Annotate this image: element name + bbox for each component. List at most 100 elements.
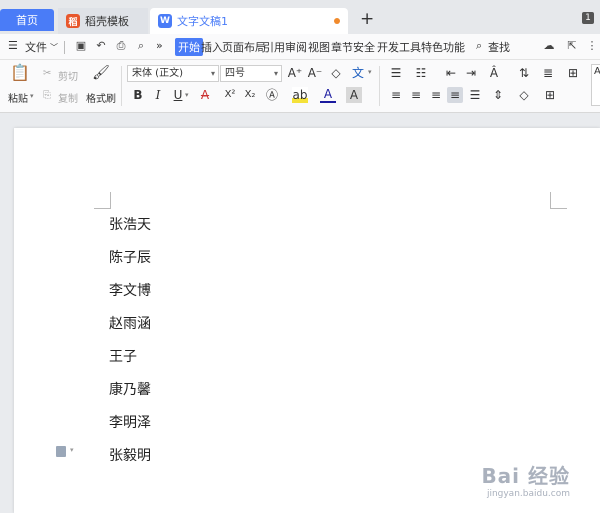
highlight-icon[interactable]: ab: [292, 87, 308, 103]
text-direction-icon[interactable]: Â: [486, 65, 502, 81]
align-left-icon[interactable]: ≡: [388, 87, 404, 103]
search-icon[interactable]: ⌕: [476, 39, 482, 53]
print-preview-icon[interactable]: ⌕: [135, 40, 147, 52]
menu-start[interactable]: 开始: [175, 38, 203, 56]
more-commands-button[interactable]: »: [156, 39, 163, 52]
pinyin-dropdown-caret-icon[interactable]: ▾: [368, 68, 372, 76]
shrink-font-button[interactable]: A⁻: [307, 65, 323, 81]
document-canvas: 张浩天 陈子辰 李文博 赵雨涵 王子 康乃馨 李明泽 张毅明 ▾ Bai 经验 …: [0, 113, 600, 513]
more-menu-icon[interactable]: ⋮: [586, 40, 598, 52]
character-shading-button[interactable]: A: [346, 87, 362, 103]
undo-icon[interactable]: ↶: [95, 40, 107, 52]
menu-features[interactable]: 特色功能: [421, 39, 465, 55]
document-page[interactable]: 张浩天 陈子辰 李文博 赵雨涵 王子 康乃馨 李明泽 张毅明 ▾ Bai 经验 …: [14, 128, 600, 513]
menu-references[interactable]: 引用: [263, 39, 285, 55]
new-tab-button[interactable]: +: [360, 9, 374, 29]
tab-template[interactable]: 稻 稻壳模板: [58, 8, 148, 34]
document-line[interactable]: 张毅明: [109, 445, 151, 465]
copy-icon: ⎘: [43, 90, 51, 101]
superscript-button[interactable]: X²: [222, 87, 238, 103]
bold-button[interactable]: B: [130, 87, 146, 103]
window-count-badge[interactable]: 1: [582, 12, 594, 24]
format-painter-icon[interactable]: 🖌: [92, 65, 110, 85]
align-center-icon[interactable]: ≡: [408, 87, 424, 103]
paragraph-handle-caret-icon[interactable]: ▾: [70, 446, 74, 454]
document-line[interactable]: 李明泽: [109, 412, 151, 432]
text-effect-icon[interactable]: Ⓐ: [264, 87, 280, 103]
ribbon-toolbar: 📋 粘贴 ▾ ✂ 剪切 ⎘ 复制 🖌 格式刷 宋体 (正文) ▾ 四号 ▾ A⁺…: [0, 60, 600, 113]
copy-button: 复制: [58, 94, 78, 105]
tab-home[interactable]: 首页: [0, 9, 54, 31]
table-grid-icon[interactable]: ⊞: [565, 65, 581, 81]
document-line[interactable]: 赵雨涵: [109, 313, 151, 333]
margin-corner-top-left: [94, 192, 111, 209]
numbered-list-icon[interactable]: ☷: [413, 65, 429, 81]
menu-security[interactable]: 安全: [353, 39, 375, 55]
chevron-down-icon: ▾: [273, 69, 278, 78]
watermark: Bai 经验 jingyan.baidu.com: [481, 460, 570, 499]
format-painter-button[interactable]: 格式刷: [86, 90, 116, 105]
align-right-icon[interactable]: ≡: [428, 87, 444, 103]
font-name-value: 宋体 (正文): [132, 68, 183, 79]
document-line[interactable]: 陈子辰: [109, 247, 151, 267]
hamburger-icon[interactable]: ☰: [8, 39, 18, 52]
font-color-button[interactable]: A: [320, 87, 336, 103]
distributed-align-icon[interactable]: ☰: [467, 87, 483, 103]
paste-button[interactable]: 粘贴: [8, 90, 28, 105]
document-line[interactable]: 李文博: [109, 280, 151, 300]
pinyin-guide-button[interactable]: 文: [350, 65, 366, 81]
grow-font-button[interactable]: A⁺: [287, 65, 303, 81]
paragraph-spacing-icon[interactable]: ⇕: [490, 87, 506, 103]
italic-button[interactable]: I: [150, 87, 166, 103]
chevron-down-icon: ▾: [210, 69, 215, 78]
document-line[interactable]: 王子: [109, 346, 137, 366]
style-gallery[interactable]: A: [591, 64, 600, 106]
search-button[interactable]: 查找: [488, 39, 510, 55]
paste-icon[interactable]: 📋: [10, 65, 30, 85]
align-justify-icon[interactable]: ≡: [447, 87, 463, 103]
underline-dropdown-caret-icon[interactable]: ▾: [185, 91, 189, 99]
tab-template-label: 稻壳模板: [85, 15, 129, 28]
menu-separator: [64, 41, 65, 54]
cut-icon: ✂: [43, 68, 52, 79]
font-name-select[interactable]: 宋体 (正文) ▾: [127, 65, 219, 82]
increase-indent-icon[interactable]: ⇥: [463, 65, 479, 81]
menu-bar: ☰ 文件 ﹀ ▣ ↶ ⎙ ⌕ » 开始 插入 页面布局 引用 审阅 视图 章节 …: [0, 34, 600, 60]
tab-bar: 首页 稻 稻壳模板 W 文字文稿1 + 1: [0, 0, 600, 34]
subscript-button[interactable]: X₂: [242, 87, 258, 103]
menu-file[interactable]: 文件: [25, 39, 47, 55]
tab-document[interactable]: W 文字文稿1: [150, 8, 348, 34]
daoke-logo-icon: 稻: [66, 14, 80, 28]
document-line[interactable]: 张浩天: [109, 214, 151, 234]
print-icon[interactable]: ⎙: [115, 40, 127, 52]
tab-home-label: 首页: [16, 14, 38, 27]
bullet-list-icon[interactable]: ☰: [388, 65, 404, 81]
unsaved-dot-icon: [334, 18, 340, 24]
menu-developer[interactable]: 开发工具: [377, 39, 421, 55]
font-size-select[interactable]: 四号 ▾: [220, 65, 282, 82]
writer-doc-icon: W: [158, 14, 172, 28]
menu-section[interactable]: 章节: [331, 39, 353, 55]
underline-button[interactable]: U: [170, 87, 186, 103]
document-line[interactable]: 康乃馨: [109, 379, 151, 399]
paragraph-handle-icon[interactable]: [56, 446, 66, 457]
menu-review[interactable]: 审阅: [285, 39, 307, 55]
share-icon[interactable]: ⇱: [566, 40, 578, 52]
strikethrough-button[interactable]: A: [197, 87, 213, 103]
menu-page-layout[interactable]: 页面布局: [222, 39, 266, 55]
cut-button: 剪切: [58, 72, 78, 83]
line-spacing-icon[interactable]: ≣: [540, 65, 556, 81]
borders-icon[interactable]: ⊞: [542, 87, 558, 103]
clear-format-button[interactable]: ◇: [328, 65, 344, 81]
save-icon[interactable]: ▣: [75, 40, 87, 52]
menu-insert[interactable]: 插入: [201, 39, 223, 55]
ribbon-separator: [379, 66, 380, 106]
cloud-icon[interactable]: ☁: [543, 40, 555, 52]
shading-icon[interactable]: ◇: [516, 87, 532, 103]
margin-corner-top-right: [550, 192, 567, 209]
decrease-indent-icon[interactable]: ⇤: [443, 65, 459, 81]
sort-icon[interactable]: ⇅: [516, 65, 532, 81]
file-dropdown-caret-icon[interactable]: ﹀: [50, 42, 58, 53]
menu-view[interactable]: 视图: [308, 39, 330, 55]
paste-dropdown-caret-icon[interactable]: ▾: [30, 92, 34, 100]
